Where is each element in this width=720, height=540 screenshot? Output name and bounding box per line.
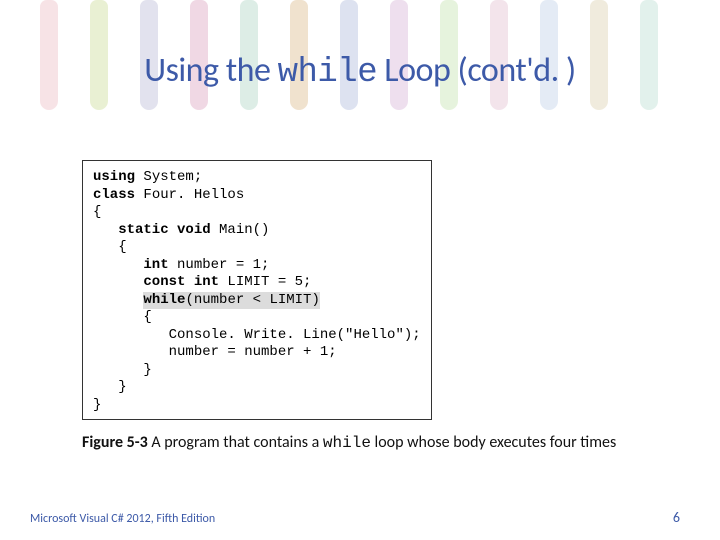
title-suffix: Loop (cont'd. ) bbox=[377, 50, 576, 91]
page-number: 6 bbox=[673, 509, 680, 526]
title-mono: while bbox=[278, 54, 378, 92]
figure-number: Figure 5-3 bbox=[82, 433, 148, 452]
footer-book-title: Microsoft Visual C# 2012, Fifth Edition bbox=[30, 512, 215, 526]
code-listing: using System; class Four. Hellos { stati… bbox=[82, 160, 432, 420]
code-content: using System; class Four. Hellos { stati… bbox=[93, 169, 421, 414]
caption-before: A program that contains a bbox=[148, 433, 323, 452]
caption-after: loop whose body executes four times bbox=[371, 433, 616, 452]
caption-mono: while bbox=[323, 434, 371, 452]
slide-title: Using the while Loop (cont'd. ) bbox=[0, 50, 720, 92]
figure-caption: Figure 5-3 A program that contains a whi… bbox=[82, 432, 650, 454]
title-prefix: Using the bbox=[144, 50, 277, 91]
